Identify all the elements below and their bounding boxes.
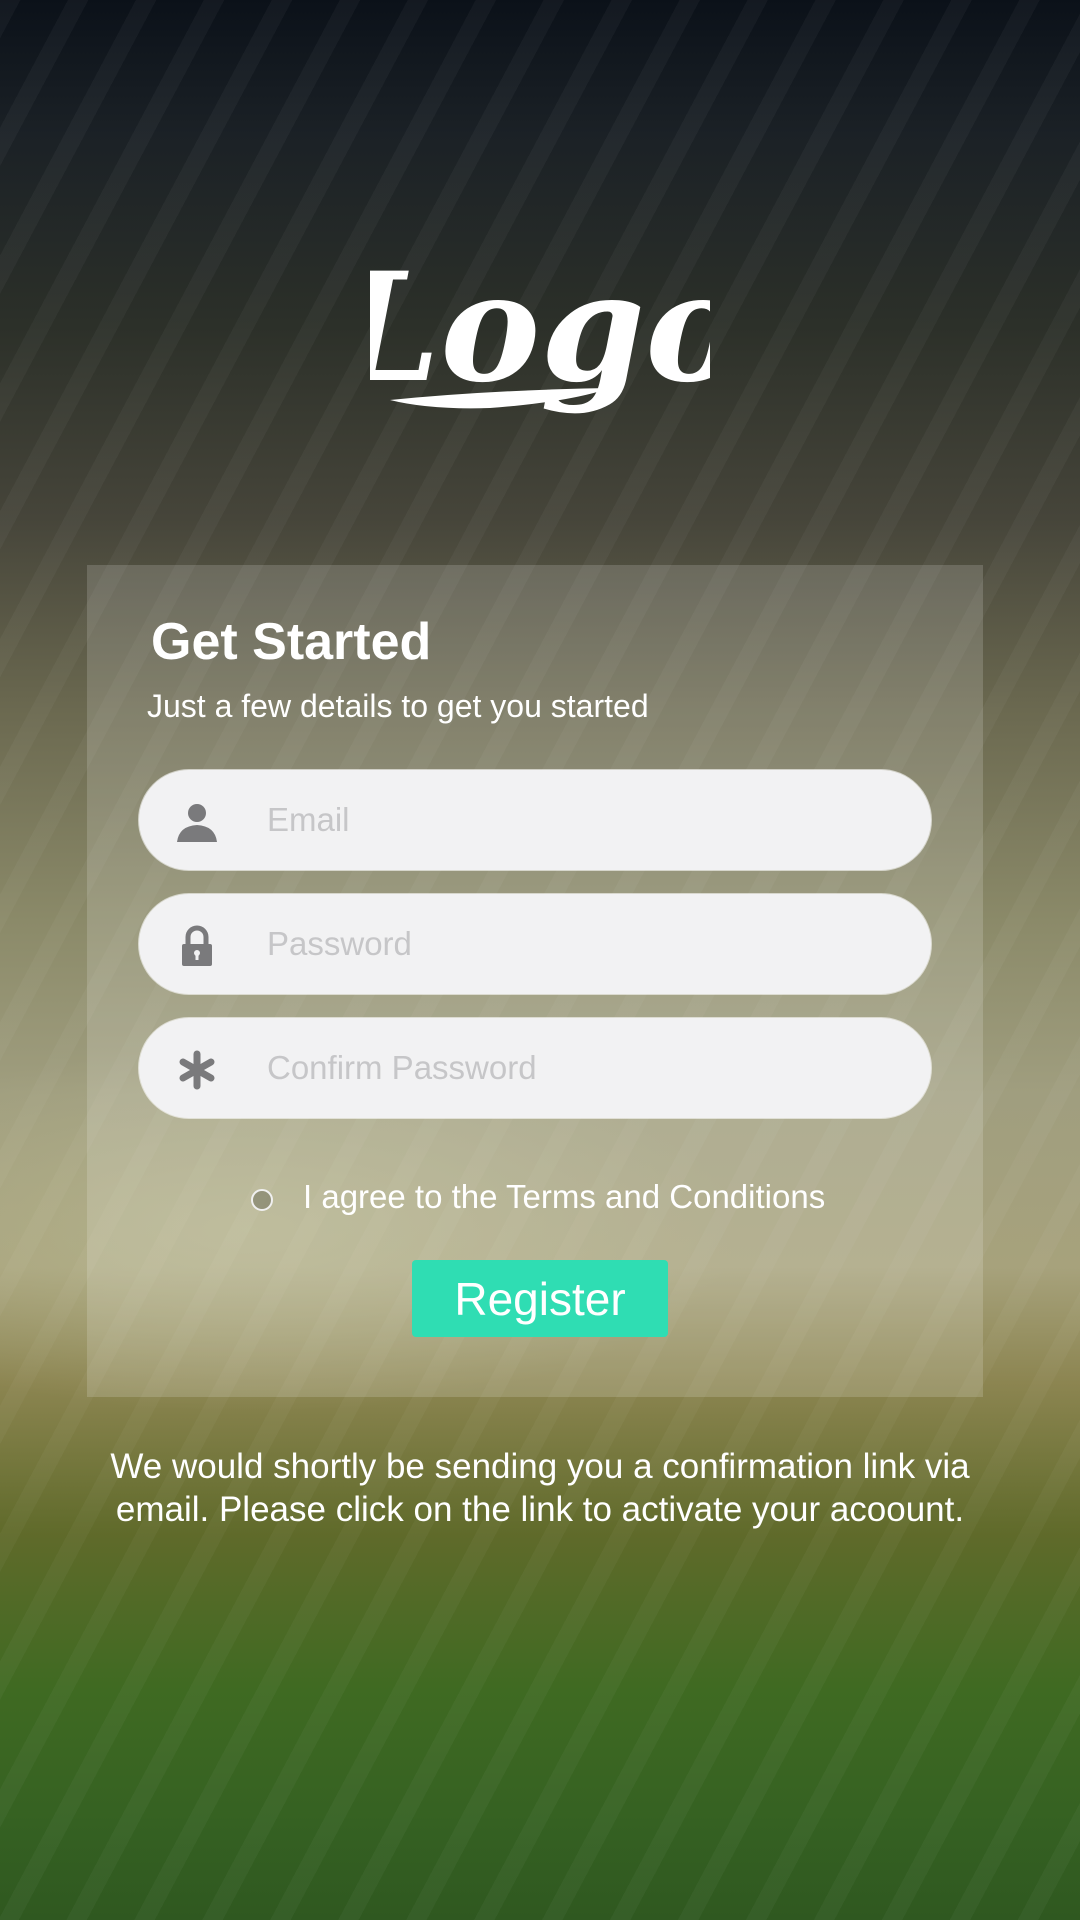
page-title: Get Started (151, 613, 432, 671)
logo-image: Logo (370, 240, 710, 416)
email-input[interactable] (267, 770, 887, 870)
register-card: Get Started Just a few details to get yo… (87, 565, 983, 1397)
password-input[interactable] (267, 894, 887, 994)
lock-icon (175, 924, 219, 968)
user-icon (175, 800, 219, 844)
email-field (139, 770, 931, 870)
page-subtitle: Just a few details to get you started (147, 688, 649, 724)
confirm-password-field (139, 1018, 931, 1118)
terms-radio[interactable] (251, 1189, 273, 1211)
confirm-password-input[interactable] (267, 1018, 887, 1118)
password-field (139, 894, 931, 994)
terms-label[interactable]: I agree to the Terms and Conditions (303, 1178, 825, 1216)
terms-agreement: I agree to the Terms and Conditions (251, 1175, 825, 1219)
asterisk-icon (175, 1048, 219, 1092)
svg-text:Logo: Logo (370, 240, 710, 416)
register-button[interactable]: Register (412, 1260, 668, 1337)
logo: Logo (0, 240, 1080, 440)
confirmation-note: We would shortly be sending you a confir… (110, 1447, 970, 1529)
